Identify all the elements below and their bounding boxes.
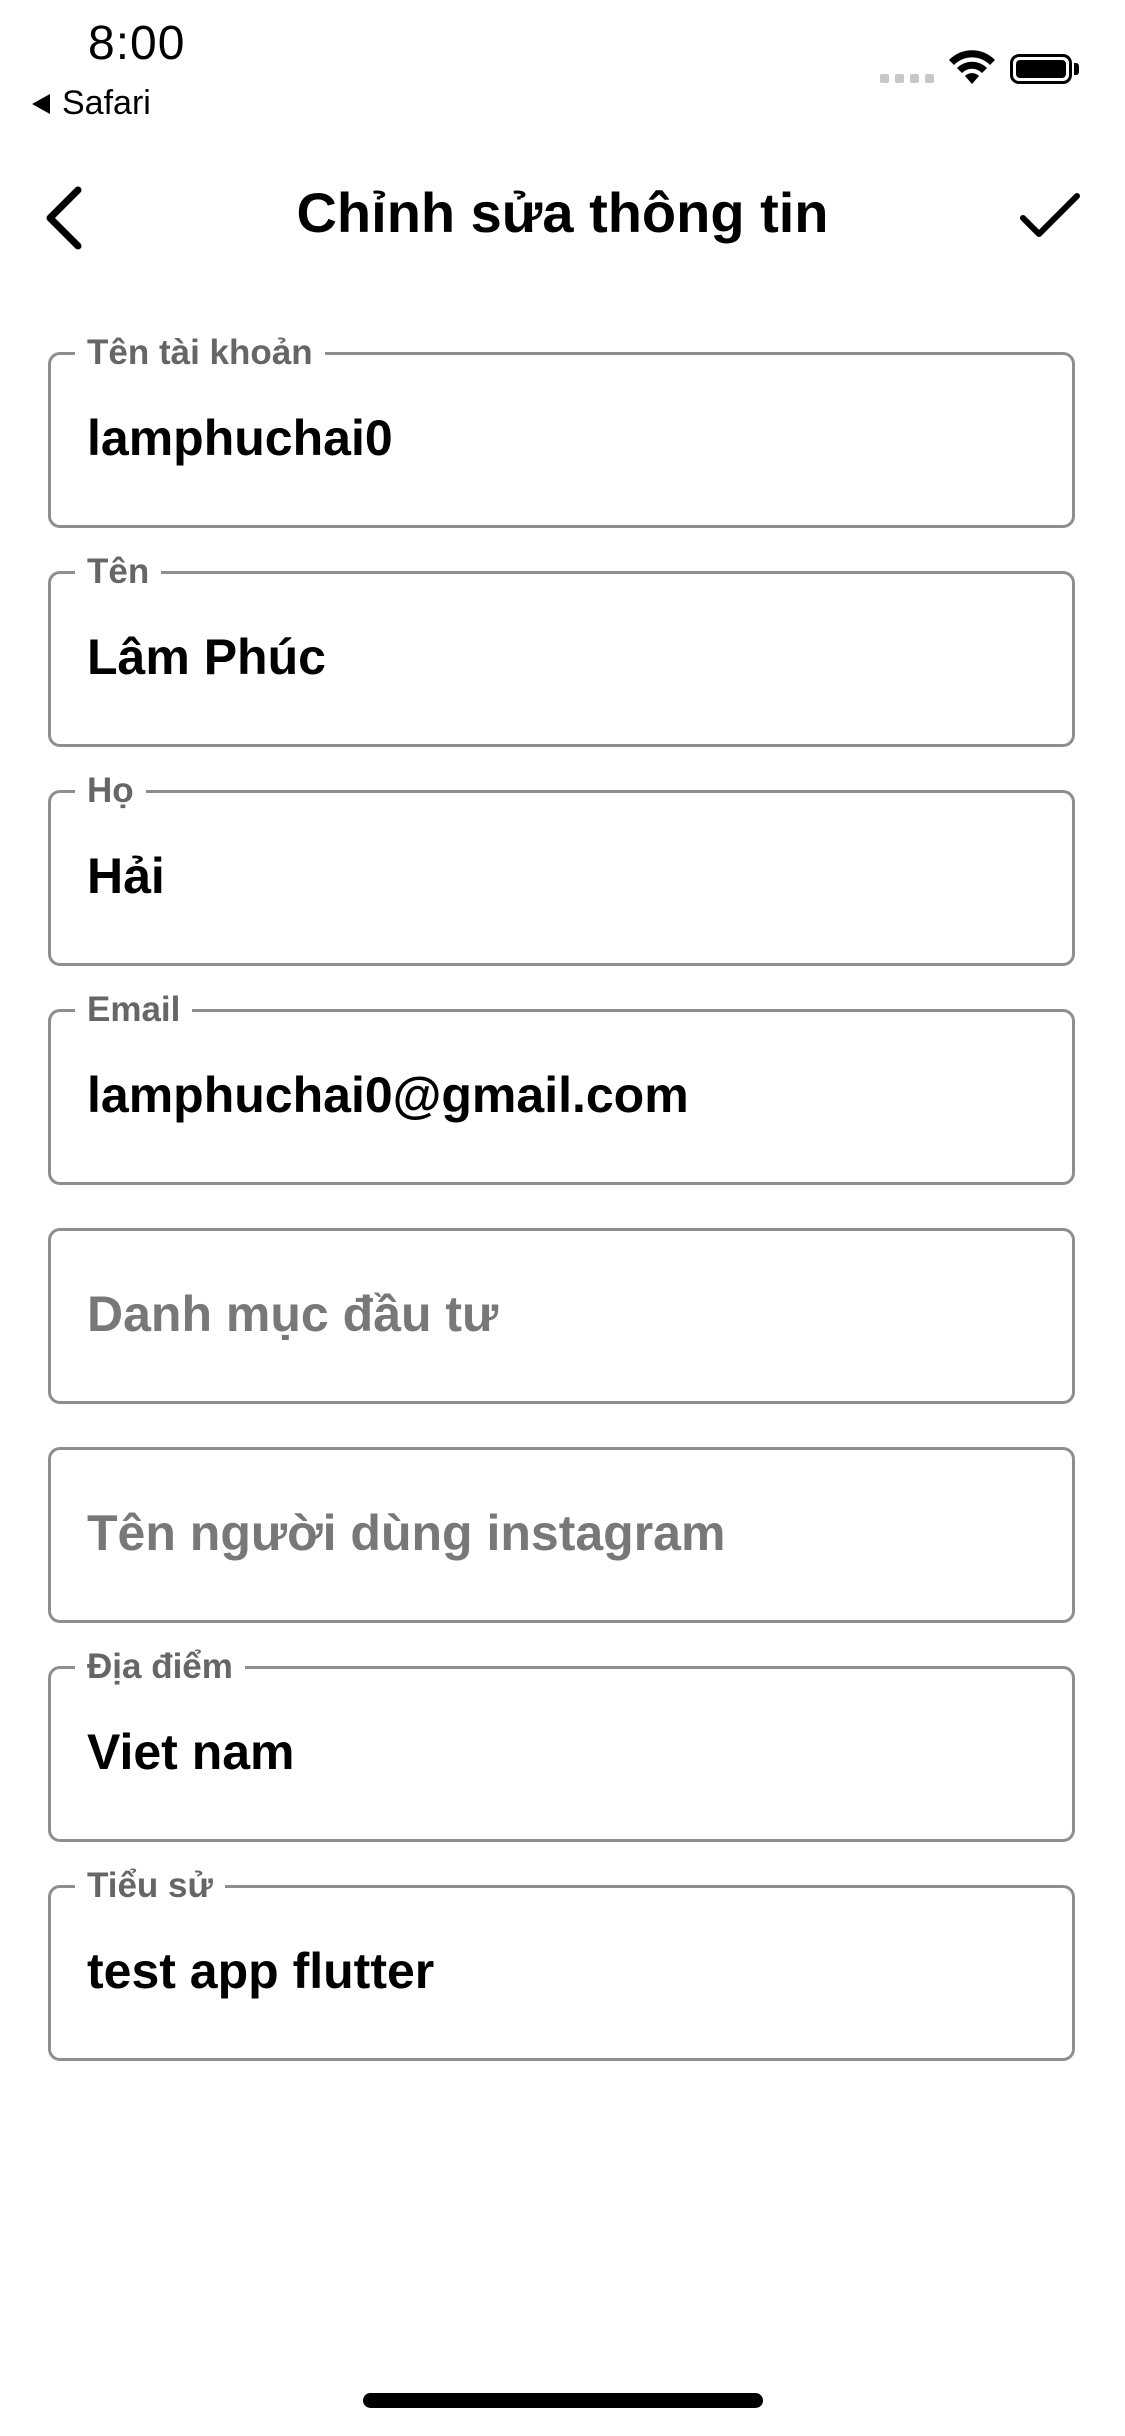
bio-value: test app flutter [87,1943,435,1999]
location-field[interactable]: Địa điểm Viet nam [48,1645,1075,1842]
email-label: Email [75,988,193,1032]
battery-cap [1074,63,1079,75]
bio-field[interactable]: Tiểu sử test app flutter [48,1864,1075,2061]
back-triangle-icon [32,93,50,114]
email-value: lamphuchai0@gmail.com [87,1067,689,1123]
instagram-username-field[interactable]: Tên người dùng instagram [48,1447,1075,1623]
username-label: Tên tài khoản [75,331,325,375]
status-back-to-app[interactable]: Safari [32,84,151,123]
page-title: Chỉnh sửa thông tin [296,181,829,244]
cellular-signal-icon [880,74,934,83]
first-name-field[interactable]: Tên Lâm Phúc [48,550,1075,747]
username-field[interactable]: Tên tài khoản lamphuchai0 [48,331,1075,528]
battery-icon [1010,54,1072,84]
location-label: Địa điểm [75,1645,245,1689]
instagram-username-placeholder: Tên người dùng instagram [87,1505,726,1561]
location-value: Viet nam [87,1724,295,1780]
first-name-label: Tên [75,550,162,594]
portfolio-placeholder: Danh mục đầu tư [87,1286,499,1342]
last-name-value: Hải [87,848,165,904]
last-name-field[interactable]: Họ Hải [48,769,1075,966]
username-value: lamphuchai0 [87,410,393,466]
portfolio-field[interactable]: Danh mục đầu tư [48,1228,1075,1404]
wifi-icon [949,50,995,84]
checkmark-icon[interactable] [1015,186,1085,246]
email-field[interactable]: Email lamphuchai0@gmail.com [48,988,1075,1185]
first-name-value: Lâm Phúc [87,629,326,685]
status-time: 8:00 [88,17,186,70]
last-name-label: Họ [75,769,146,813]
home-indicator[interactable] [363,2393,763,2408]
status-back-app-label: Safari [62,84,151,122]
bio-label: Tiểu sử [75,1864,225,1908]
